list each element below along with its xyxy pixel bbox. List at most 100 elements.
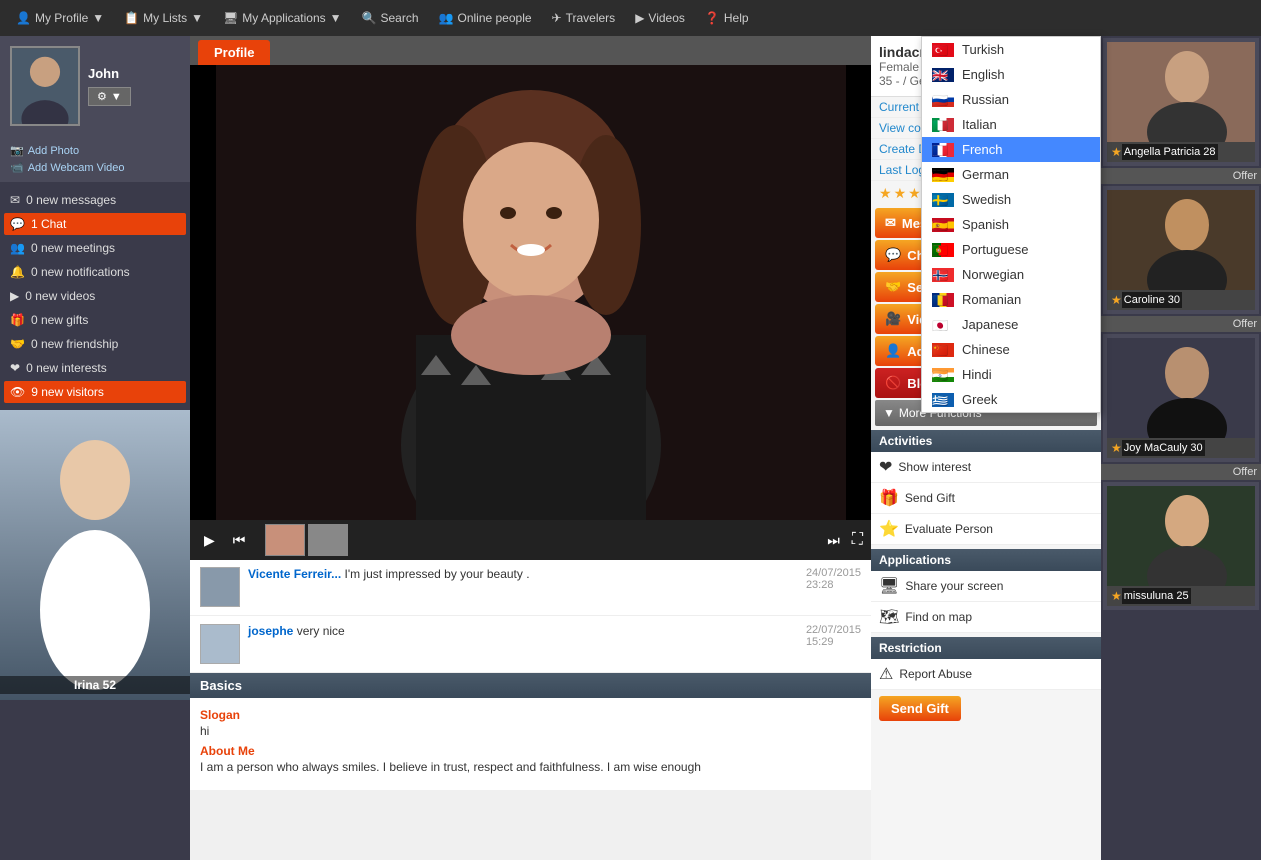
nav-online-people[interactable]: 👥 Online people (431, 7, 540, 29)
messages-icon: ✉ (10, 193, 20, 207)
lang-greek[interactable]: 🇬🇷 Greek (922, 387, 1100, 412)
nav-my-lists[interactable]: 📋 My Lists ▼ (116, 7, 211, 29)
flag-greece: 🇬🇷 (932, 393, 954, 407)
sidebar-photo-preview[interactable]: Irina 52 (0, 410, 190, 700)
friendship-icon: 🤝 (10, 337, 25, 351)
apps-icon: 🖥 (223, 11, 238, 25)
slogan-value: hi (200, 724, 861, 738)
next-button[interactable]: ⏭ (821, 530, 846, 551)
lang-hindi[interactable]: 🇮🇳 Hindi (922, 362, 1100, 387)
commenter-avatar-2 (200, 624, 240, 664)
lang-swedish[interactable]: 🇸🇪 Swedish (922, 187, 1100, 212)
chat-action-icon: 💬 (885, 247, 901, 263)
thumb-2[interactable] (308, 524, 348, 556)
lang-norwegian[interactable]: 🇳🇴 Norwegian (922, 262, 1100, 287)
app-find-map[interactable]: 🗺 Find on map (871, 602, 1101, 633)
person-name-2: Caroline 30 (1122, 292, 1182, 308)
sidebar-item-interests[interactable]: ❤ 0 new interests (0, 356, 190, 380)
gear-icon: ⚙ (97, 90, 107, 103)
sidebar-item-gifts[interactable]: 🎁 0 new gifts (0, 308, 190, 332)
chat-icon: 💬 (10, 217, 25, 231)
lang-japanese[interactable]: 🇯🇵 Japanese (922, 312, 1100, 337)
lang-english[interactable]: 🇬🇧 English (922, 62, 1100, 87)
app-share-screen[interactable]: 🖥 Share your screen (871, 571, 1101, 602)
visitors-icon: 👁 (10, 385, 25, 399)
nav-my-profile[interactable]: 👤 My Profile ▼ (8, 7, 112, 29)
person-star-3: ★ (1111, 441, 1122, 455)
person-name-3: Joy MaCauly 30 (1122, 440, 1205, 456)
nav-travelers[interactable]: ✈ Travelers (544, 7, 624, 29)
lang-portuguese[interactable]: 🇵🇹 Portuguese (922, 237, 1100, 262)
nav-help[interactable]: ❓ Help (697, 7, 757, 29)
nav-search[interactable]: 🔍 Search (354, 7, 427, 29)
lang-chinese[interactable]: 🇨🇳 Chinese (922, 337, 1100, 362)
activities-header: Activities (871, 430, 1101, 452)
tab-profile[interactable]: Profile (198, 40, 270, 65)
notifications-icon: 🔔 (10, 265, 25, 279)
profile-icon: 👤 (16, 11, 31, 25)
play-button[interactable]: ▶ (198, 530, 221, 551)
sidebar-item-messages[interactable]: ✉ 0 new messages (0, 188, 190, 212)
slogan-label: Slogan (200, 708, 861, 722)
sidebar-item-friendship[interactable]: 🤝 0 new friendship (0, 332, 190, 356)
webcam-icon: 📹 (10, 161, 24, 174)
person-card-3[interactable]: ★ Joy MaCauly 30 (1103, 334, 1259, 462)
activity-evaluate[interactable]: ⭐ Evaluate Person (871, 514, 1101, 545)
person-card-4[interactable]: ★ missuluna 25 (1103, 482, 1259, 610)
person-card-2[interactable]: ★ Caroline 30 (1103, 186, 1259, 314)
user-profile-area: John ⚙ ▼ (0, 36, 190, 136)
applications-header: Applications (871, 549, 1101, 571)
person-star-2: ★ (1111, 293, 1122, 307)
add-photo-link[interactable]: 📷 Add Photo (10, 142, 180, 159)
sidebar-item-meetings[interactable]: 👥 0 new meetings (0, 236, 190, 260)
evaluate-icon: ⭐ (879, 519, 899, 539)
lang-turkish[interactable]: 🇹🇷 Turkish (922, 37, 1100, 62)
profile-photo-section: ▶ ⏮ ⏭ ⛶ (190, 65, 871, 525)
person-name-1: Angella Patricia 28 (1122, 144, 1218, 160)
person-photo-3 (1107, 338, 1255, 438)
block-icon: 🚫 (885, 375, 901, 391)
top-nav: 👤 My Profile ▼ 📋 My Lists ▼ 🖥 My Applica… (0, 0, 1261, 36)
settings-button[interactable]: ⚙ ▼ (88, 87, 131, 106)
thumb-1[interactable] (265, 524, 305, 556)
travelers-icon: ✈ (552, 11, 562, 25)
lang-romanian[interactable]: 🇷🇴 Romanian (922, 287, 1100, 312)
star-3: ★ (908, 185, 921, 202)
fullscreen-button[interactable]: ⛶ (852, 531, 863, 549)
nav-videos[interactable]: ▶ Videos (627, 7, 693, 29)
tab-bar: Profile (190, 36, 871, 65)
lang-russian[interactable]: 🇷🇺 Russian (922, 87, 1100, 112)
lang-spanish[interactable]: 🇪🇸 Spanish (922, 212, 1100, 237)
activity-send-gift[interactable]: 🎁 Send Gift (871, 483, 1101, 514)
person-star-4: ★ (1111, 589, 1122, 603)
add-friend-icon: 👤 (885, 343, 901, 359)
commenter-name-2[interactable]: josephe (248, 624, 293, 638)
lists-icon: 📋 (124, 11, 139, 25)
lang-german[interactable]: 🇩🇪 German (922, 162, 1100, 187)
add-webcam-link[interactable]: 📹 Add Webcam Video (10, 159, 180, 176)
send-gift-button[interactable]: Send Gift (879, 696, 961, 721)
commenter-name-1[interactable]: Vicente Ferreir... (248, 567, 341, 581)
photo-thumbs (265, 524, 348, 556)
person-card-1[interactable]: ★ Angella Patricia 28 (1103, 38, 1259, 166)
nav-my-applications[interactable]: 🖥 My Applications ▼ (215, 7, 350, 29)
preview-photo: Irina 52 (0, 410, 190, 700)
sidebar-item-chat[interactable]: 💬 1 Chat (4, 213, 186, 235)
lang-french[interactable]: 🇫🇷 French (922, 137, 1100, 162)
interest-icon: ❤ (879, 457, 892, 477)
more-icon: ▼ (883, 406, 895, 420)
warning-icon: ⚠ (879, 664, 893, 684)
prev-button[interactable]: ⏮ (227, 530, 252, 551)
lang-italian[interactable]: 🇮🇹 Italian (922, 112, 1100, 137)
activity-show-interest[interactable]: ❤ Show interest (871, 452, 1101, 483)
offer-label-3: Offer (1233, 466, 1257, 478)
person-photo-2 (1107, 190, 1255, 290)
comment-date-1: 24/07/2015 23:28 (806, 567, 861, 591)
sidebar-item-videos[interactable]: ▶ 0 new videos (0, 284, 190, 308)
flag-turkey: 🇹🇷 (932, 43, 954, 57)
report-abuse[interactable]: ⚠ Report Abuse (871, 659, 1101, 690)
sidebar-item-notifications[interactable]: 🔔 0 new notifications (0, 260, 190, 284)
comment-text-2: very nice (297, 624, 345, 638)
sidebar-item-visitors[interactable]: 👁 9 new visitors (4, 381, 186, 403)
flag-romania: 🇷🇴 (932, 293, 954, 307)
